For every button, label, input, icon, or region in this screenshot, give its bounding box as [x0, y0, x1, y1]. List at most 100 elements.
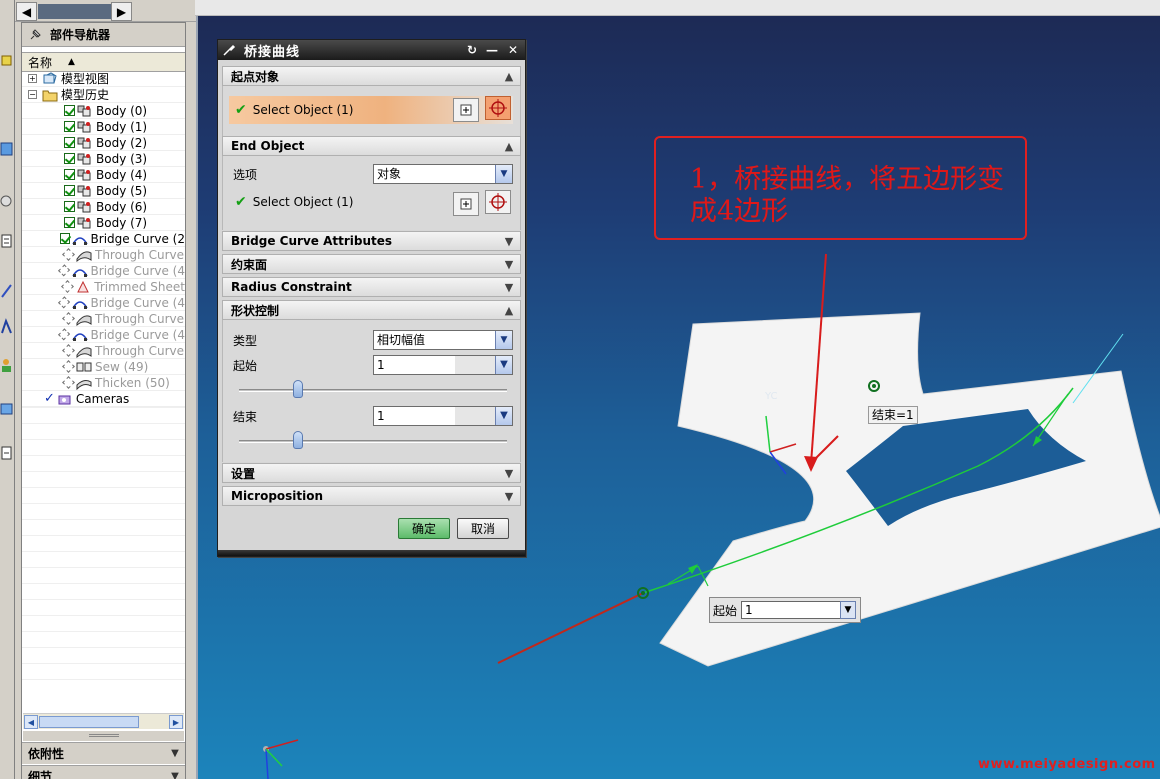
checkbox-checked-icon[interactable]	[64, 137, 75, 148]
suppressed-diamond-icon[interactable]	[62, 344, 75, 357]
section-bridge-attributes[interactable]: Bridge Curve Attributes ▼	[222, 231, 521, 251]
tree-item[interactable]: Body (2)	[22, 135, 185, 151]
chevron-down-icon[interactable]: ▼	[167, 745, 183, 761]
dialog-title-bar[interactable]: 桥接曲线 ↻ — ✕	[218, 40, 525, 60]
add-selection-button[interactable]	[453, 192, 479, 216]
chevron-down-icon[interactable]: ▼	[502, 489, 516, 503]
tree-item[interactable]: Through Curve	[22, 247, 185, 263]
tree-item[interactable]: Body (5)	[22, 183, 185, 199]
checkbox-checked-icon[interactable]	[64, 217, 75, 228]
arrow-down-icon[interactable]: ▼	[495, 407, 512, 425]
chevron-down-icon[interactable]: ▼	[502, 257, 516, 271]
tree-item[interactable]: Sew (49)	[22, 359, 185, 375]
toolbar-icon[interactable]	[0, 140, 13, 158]
scroll-right-icon[interactable]: ▶	[169, 715, 183, 729]
suppressed-diamond-icon[interactable]	[58, 328, 71, 341]
toolbar-icon[interactable]	[0, 192, 13, 210]
toolbar-icon[interactable]	[0, 356, 13, 374]
scroll-thumb[interactable]	[39, 716, 139, 728]
checkbox-checked-icon[interactable]	[64, 185, 75, 196]
chevron-up-icon[interactable]: ▲	[502, 139, 516, 153]
checkbox-checked-icon[interactable]	[64, 121, 75, 132]
tree-item[interactable]: Thicken (50)	[22, 375, 185, 391]
suppressed-diamond-icon[interactable]	[62, 312, 75, 325]
tree-item[interactable]: Bridge Curve (4	[22, 295, 185, 311]
tree-item[interactable]: − 模型历史	[22, 87, 185, 103]
suppressed-diamond-icon[interactable]	[58, 264, 71, 277]
start-slider-knob[interactable]	[293, 380, 303, 398]
start-handle-input[interactable]: 1 ▼	[741, 601, 857, 619]
chevron-down-icon[interactable]: ▼	[502, 234, 516, 248]
section-start-object[interactable]: 起点对象 ▲	[222, 66, 521, 86]
checkmark-icon[interactable]: ✓	[44, 391, 55, 406]
navigator-tab-track[interactable]	[38, 4, 111, 19]
suppressed-diamond-icon[interactable]	[62, 376, 75, 389]
tree-item[interactable]: Body (4)	[22, 167, 185, 183]
toolbar-icon[interactable]	[0, 318, 13, 336]
details-panel[interactable]: 细节 ▼	[22, 765, 185, 779]
section-settings[interactable]: 设置 ▼	[222, 463, 521, 483]
chevron-up-icon[interactable]: ▲	[502, 303, 516, 317]
close-icon[interactable]: ✕	[505, 42, 521, 57]
section-microposition[interactable]: Microposition ▼	[222, 486, 521, 506]
end-slider-knob[interactable]	[293, 431, 303, 449]
toolbar-icon[interactable]	[0, 282, 13, 300]
tree-item[interactable]: Bridge Curve (2	[22, 231, 185, 247]
start-magnitude-input[interactable]: 1 ▼	[373, 355, 513, 375]
section-shape-control[interactable]: 形状控制 ▲	[222, 300, 521, 320]
suppressed-diamond-icon[interactable]	[62, 248, 75, 261]
section-end-object[interactable]: End Object ▲	[222, 136, 521, 156]
chevron-down-icon[interactable]: ▼	[495, 165, 512, 183]
navigator-splitter[interactable]	[23, 731, 184, 741]
tree-item[interactable]: + 模型视图	[22, 71, 185, 87]
checkbox-checked-icon[interactable]	[64, 201, 75, 212]
cancel-button[interactable]: 取消	[457, 518, 509, 539]
minimize-icon[interactable]: —	[484, 42, 500, 57]
arrow-down-icon[interactable]: ▼	[840, 601, 857, 619]
start-value-handle[interactable]: 起始 1 ▼	[709, 597, 861, 623]
toolbar-icon[interactable]	[0, 444, 13, 462]
toolbar-icon[interactable]	[0, 232, 13, 250]
dependencies-panel[interactable]: 依附性 ▼	[22, 742, 185, 764]
chevron-down-icon[interactable]: ▼	[495, 331, 512, 349]
tree-item[interactable]: Body (0)	[22, 103, 185, 119]
tree-item[interactable]: ✓ Cameras	[22, 391, 185, 407]
toolbar-icon[interactable]	[0, 52, 13, 70]
checkbox-checked-icon[interactable]	[64, 105, 75, 116]
scroll-left-button[interactable]: ◀	[16, 2, 37, 21]
shape-type-select[interactable]: 相切幅值 ▼	[373, 330, 513, 350]
arrow-down-icon[interactable]: ▼	[495, 356, 512, 374]
scroll-left-icon[interactable]: ◀	[24, 715, 38, 729]
pin-icon[interactable]	[28, 28, 42, 42]
tree-item[interactable]: Through Curve	[22, 311, 185, 327]
tree-item[interactable]: Trimmed Sheet	[22, 279, 185, 295]
tree-item[interactable]: Body (3)	[22, 151, 185, 167]
checkbox-checked-icon[interactable]	[64, 169, 75, 180]
expand-icon[interactable]: +	[28, 74, 37, 83]
checkbox-checked-icon[interactable]	[59, 233, 70, 244]
end-value-tag[interactable]: 结束=1	[868, 406, 918, 424]
chevron-up-icon[interactable]: ▲	[502, 69, 516, 83]
chevron-down-icon[interactable]: ▼	[502, 466, 516, 480]
section-radius-constraint[interactable]: Radius Constraint ▼	[222, 277, 521, 297]
scroll-right-button[interactable]: ▶	[111, 2, 132, 21]
tree-item[interactable]: Body (6)	[22, 199, 185, 215]
toolbar-icon[interactable]	[0, 400, 13, 418]
checkbox-checked-icon[interactable]	[64, 153, 75, 164]
end-option-select[interactable]: 对象 ▼	[373, 164, 513, 184]
tree-item[interactable]: Through Curve	[22, 343, 185, 359]
chevron-down-icon[interactable]: ▼	[502, 280, 516, 294]
add-selection-button[interactable]	[453, 98, 479, 122]
tree-item[interactable]: Body (7)	[22, 215, 185, 231]
tree-item[interactable]: Body (1)	[22, 119, 185, 135]
ok-button[interactable]: 确定	[398, 518, 450, 539]
point-picker-button[interactable]	[485, 96, 511, 120]
suppressed-diamond-icon[interactable]	[58, 296, 71, 309]
end-magnitude-input[interactable]: 1 ▼	[373, 406, 513, 426]
suppressed-diamond-icon[interactable]	[62, 360, 75, 373]
start-magnitude-slider[interactable]	[239, 380, 507, 398]
tree-item[interactable]: Bridge Curve (4	[22, 327, 185, 343]
chevron-down-icon[interactable]: ▼	[167, 768, 183, 779]
suppressed-diamond-icon[interactable]	[61, 280, 75, 293]
section-constraint-face[interactable]: 约束面 ▼	[222, 254, 521, 274]
